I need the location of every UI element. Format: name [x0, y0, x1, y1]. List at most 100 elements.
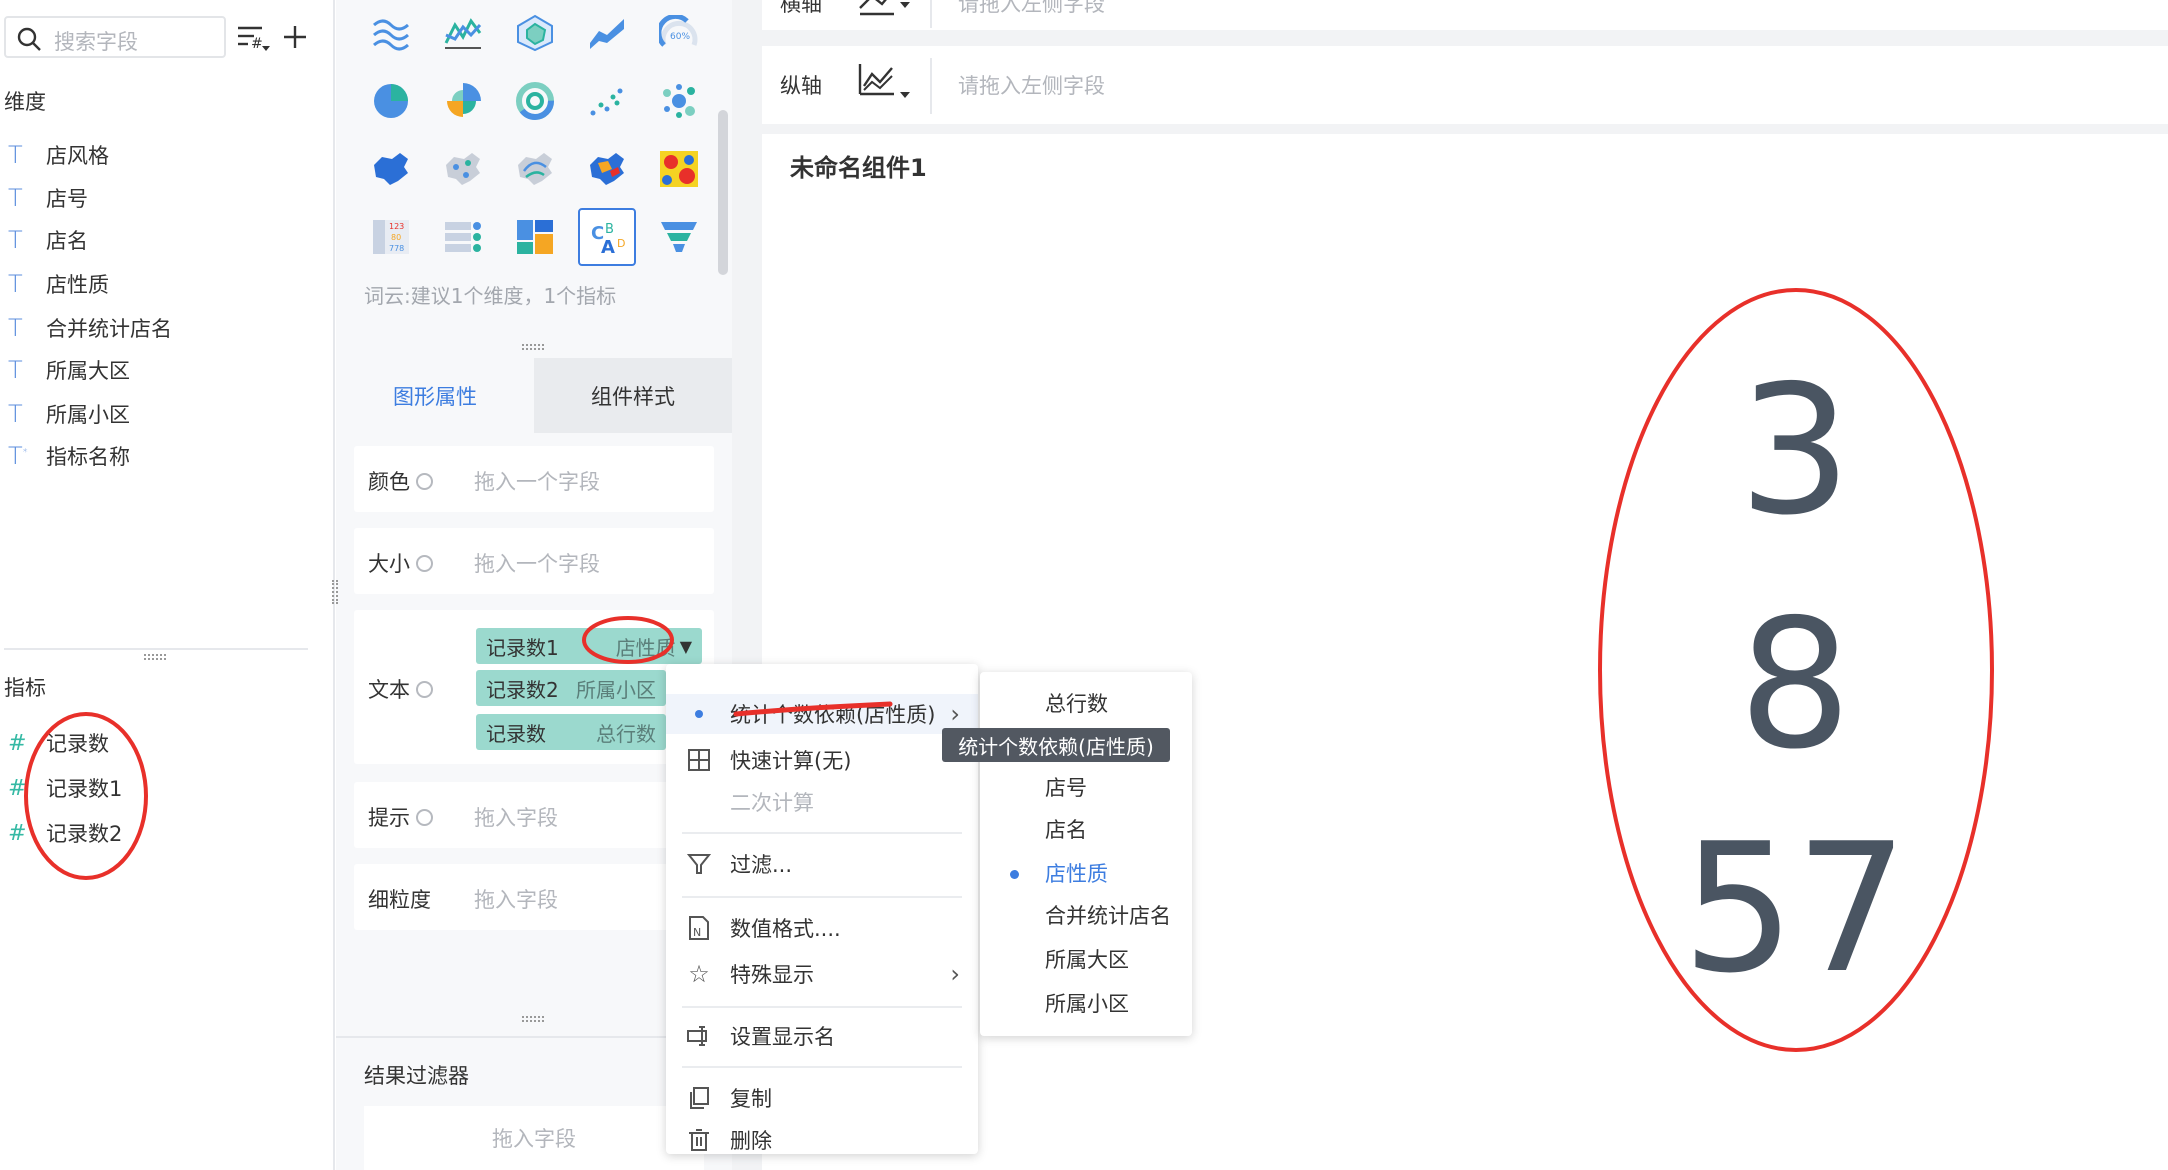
- submenu-item[interactable]: 店号: [1045, 772, 1087, 802]
- flow-map-icon: [518, 153, 552, 185]
- dimension-item[interactable]: T 店名: [8, 222, 88, 258]
- measure-item[interactable]: # 记录数2: [8, 815, 122, 851]
- word-cloud-word: 3: [1738, 347, 1852, 554]
- x-axis-drop-zone[interactable]: 横轴 请拖入左侧字段: [762, 0, 2168, 30]
- result-filter-drop-zone[interactable]: 拖入字段: [364, 1106, 704, 1170]
- gear-icon[interactable]: [416, 554, 433, 572]
- chart-type-radar[interactable]: [506, 4, 564, 62]
- chart-type-line[interactable]: [434, 4, 492, 62]
- chart-type-area-range[interactable]: [578, 4, 636, 62]
- heat-region-map-icon: [590, 153, 624, 185]
- text-type-icon: T: [8, 226, 23, 254]
- tooltip-label: 提示: [368, 806, 410, 830]
- svg-text:D: D: [617, 237, 625, 250]
- axis-separator: [930, 58, 932, 114]
- chart-type-rose[interactable]: [434, 72, 492, 130]
- count-dependency-submenu: 总行数 店号 店名 店性质 合并统计店名 所属大区 所属小区: [980, 672, 1192, 1036]
- chart-type-flow-map[interactable]: [506, 140, 564, 198]
- donut-chart-icon: [516, 82, 554, 120]
- submenu-item[interactable]: 所属小区: [1045, 988, 1129, 1018]
- granularity-label: 细粒度: [368, 888, 431, 912]
- treemap-icon: [517, 220, 553, 254]
- dimension-item[interactable]: T 店性质: [8, 266, 109, 302]
- chart-type-point-map[interactable]: [434, 140, 492, 198]
- menu-item-filter[interactable]: 过滤...: [666, 844, 978, 884]
- chevron-right-icon: ›: [950, 960, 960, 988]
- submenu-item-selected[interactable]: 店性质: [1045, 858, 1108, 888]
- granularity-drop-zone[interactable]: 细粒度 拖入字段: [354, 864, 714, 930]
- dimension-item[interactable]: T 合并统计店名: [8, 310, 172, 346]
- menu-item-delete[interactable]: 删除: [666, 1120, 978, 1160]
- submenu-item[interactable]: 所属大区: [1045, 944, 1129, 974]
- search-field-input[interactable]: 搜索字段: [4, 16, 226, 58]
- measure-title: 指标: [4, 676, 46, 700]
- dropdown-arrow-icon[interactable]: ▼: [680, 637, 702, 656]
- chart-type-heat-region-map[interactable]: [578, 140, 636, 198]
- menu-item-quick-calc[interactable]: 快速计算(无): [666, 740, 978, 780]
- chart-type-multi-pie[interactable]: [506, 72, 564, 130]
- dimension-item[interactable]: T* 指标名称: [8, 438, 130, 474]
- menu-separator: [682, 1006, 962, 1008]
- dimension-item[interactable]: T 所属大区: [8, 352, 130, 388]
- text-field-pill[interactable]: 记录数 总行数: [476, 714, 666, 750]
- menu-item-copy[interactable]: 复制: [666, 1078, 978, 1118]
- chart-type-word-cloud[interactable]: CBAD: [578, 208, 636, 266]
- kpi-list-icon: [445, 222, 481, 252]
- menu-item-count-dependency[interactable]: 统计个数依赖(店性质) ›: [666, 694, 978, 734]
- svg-text:A: A: [601, 237, 615, 257]
- y-axis-drop-zone[interactable]: 纵轴 请拖入左侧字段: [762, 46, 2168, 124]
- tab-component-style[interactable]: 组件样式: [534, 358, 732, 433]
- text-field-pill[interactable]: 记录数2 所属小区: [476, 670, 666, 706]
- text-label: 文本: [368, 678, 410, 702]
- number-type-icon: #: [8, 820, 27, 846]
- chart-type-region-map[interactable]: [362, 140, 420, 198]
- menu-item-set-display-name[interactable]: 设置显示名: [666, 1016, 978, 1056]
- measure-item[interactable]: # 记录数: [8, 725, 109, 761]
- chart-type-stacked-area[interactable]: [362, 4, 420, 62]
- funnel-icon: [661, 222, 697, 252]
- add-field-icon[interactable]: [282, 24, 308, 50]
- chart-type-bubble[interactable]: [650, 72, 708, 130]
- chart-type-funnel[interactable]: [650, 208, 708, 266]
- axis-chart-type-icon[interactable]: [858, 0, 914, 20]
- resize-handle[interactable]: [522, 1016, 544, 1022]
- chart-type-pie[interactable]: [362, 72, 420, 130]
- submenu-item[interactable]: 总行数: [1045, 688, 1108, 718]
- text-type-icon: T: [8, 356, 23, 384]
- gear-icon[interactable]: [416, 808, 433, 826]
- chart-type-table[interactable]: 123 80 778: [362, 208, 420, 266]
- point-map-icon: [446, 153, 480, 185]
- submenu-item[interactable]: 合并统计店名: [1045, 900, 1171, 930]
- tab-graphic-properties[interactable]: 图形属性: [336, 358, 534, 433]
- size-drop-zone[interactable]: 大小 拖入一个字段: [354, 528, 714, 594]
- axis-chart-type-icon[interactable]: [858, 62, 914, 102]
- panel-splitter[interactable]: [332, 580, 338, 604]
- calculated-text-type-icon: T*: [8, 442, 28, 470]
- color-drop-zone[interactable]: 颜色 拖入一个字段: [354, 446, 714, 512]
- dimension-item[interactable]: T 店风格: [8, 137, 109, 173]
- menu-item-special-display[interactable]: ☆ 特殊显示 ›: [666, 954, 978, 994]
- dimension-item[interactable]: T 店号: [8, 180, 88, 216]
- chart-type-heatmap[interactable]: [650, 140, 708, 198]
- gear-icon[interactable]: [416, 472, 433, 490]
- resize-handle[interactable]: [522, 344, 544, 350]
- component-title[interactable]: 未命名组件1: [790, 148, 927, 183]
- chart-type-scatter[interactable]: [578, 72, 636, 130]
- chart-type-gauge[interactable]: 60%: [650, 4, 708, 62]
- tooltip-drop-zone[interactable]: 提示 拖入字段: [354, 782, 714, 848]
- menu-item-number-format[interactable]: N 数值格式....: [666, 908, 978, 948]
- chart-type-treemap[interactable]: [506, 208, 564, 266]
- dimension-item[interactable]: T 所属小区: [8, 396, 130, 432]
- bubble-chart-icon: [663, 84, 695, 118]
- submenu-item[interactable]: 店名: [1045, 814, 1087, 844]
- star-icon: ☆: [688, 960, 710, 988]
- number-format-icon: N: [686, 915, 712, 941]
- chart-type-scrollbar[interactable]: [718, 110, 728, 275]
- chart-type-kpi-list[interactable]: [434, 208, 492, 266]
- resize-handle[interactable]: [144, 654, 166, 660]
- pie-chart-icon: [374, 84, 408, 118]
- measure-item[interactable]: # 记录数1: [8, 770, 122, 806]
- text-field-pill[interactable]: 记录数1 店性质 ▼: [476, 628, 702, 664]
- gear-icon[interactable]: [416, 680, 433, 698]
- field-sort-icon[interactable]: #: [236, 22, 272, 54]
